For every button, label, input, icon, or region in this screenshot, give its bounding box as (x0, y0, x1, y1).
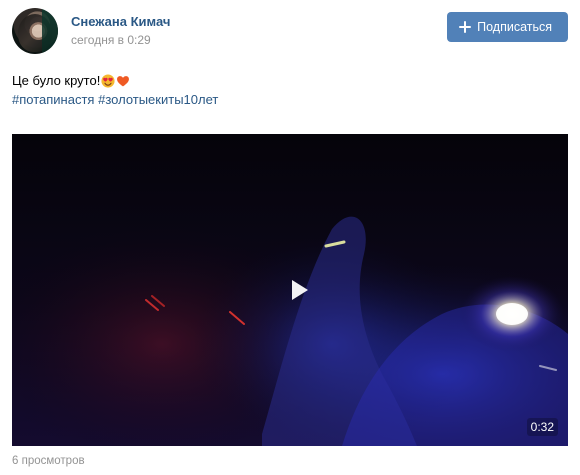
subscribe-button-label: Подписаться (477, 20, 552, 34)
author-name-link[interactable]: Снежана Кимач (71, 14, 170, 29)
post-text: Це було круто! #потапинастя #золотыекиты… (12, 71, 568, 109)
avatar-background (42, 8, 58, 54)
video-player[interactable]: 0:32 (12, 134, 568, 446)
plus-icon (459, 21, 472, 33)
play-icon[interactable] (290, 278, 310, 302)
post-header: Снежана Кимач сегодня в 0:29 Подписаться (12, 8, 568, 56)
heart-emoji-icon (117, 75, 130, 86)
hashtag-link[interactable]: #золотыекиты10лет (98, 92, 218, 107)
post-time-link[interactable]: сегодня в 0:29 (71, 33, 151, 47)
video-duration: 0:32 (526, 418, 558, 436)
views-count: 6 просмотров (12, 455, 85, 467)
author-avatar[interactable] (12, 8, 58, 54)
subscribe-button[interactable]: Подписаться (447, 12, 568, 42)
post-text-content: Це було круто! (12, 73, 101, 88)
heart-eyes-emoji-icon (101, 73, 115, 88)
hashtag-link[interactable]: #потапинастя (12, 92, 94, 107)
